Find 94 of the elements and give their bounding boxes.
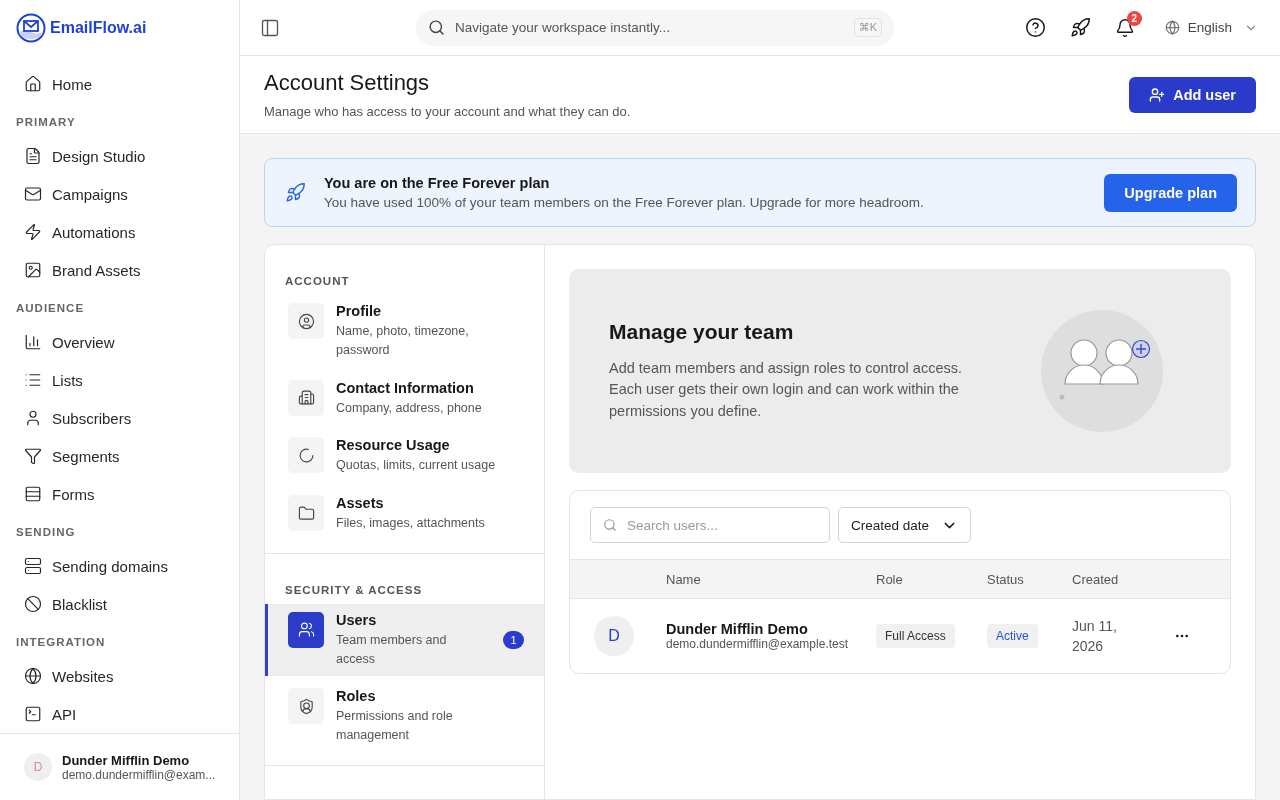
blocked-icon [24, 595, 42, 613]
sidebar-item[interactable]: Websites [8, 657, 231, 695]
brand-logo-text: EmailFlow.ai [50, 19, 147, 37]
help-icon[interactable] [1024, 17, 1046, 38]
sidebar-item[interactable]: Design Studio [8, 137, 231, 175]
settings-item-title: Roles [336, 688, 377, 705]
settings-item-description: Team members and access [336, 631, 448, 668]
settings-item-description: Quotas, limits, current usage [336, 457, 497, 475]
settings-item-title: Assets [336, 495, 385, 511]
sidebar-item[interactable]: Sending domains [8, 547, 231, 585]
shortcut-key: ⌘K [853, 18, 882, 37]
settings-item-title: Profile [336, 303, 383, 319]
sidebar-item[interactable]: Segments [8, 437, 231, 475]
settings-item-description: Files, images, attachments [336, 515, 486, 532]
person-icon [297, 312, 315, 330]
shield-icon [297, 697, 315, 715]
folder-icon [297, 504, 315, 522]
hero-description: Add team members and assign roles to control access. Each user gets their own login and can work within the permissions you define. [609, 359, 963, 421]
list-icon [24, 371, 42, 389]
section-heading: INTEGRATION [15, 635, 107, 650]
globe-icon [1164, 20, 1180, 35]
terminal-icon [24, 705, 42, 723]
column-header: Created [1072, 571, 1120, 587]
sidebar-item[interactable]: Home [8, 65, 231, 103]
sidebar-item[interactable]: Subscribers [8, 399, 231, 437]
settings-nav-item[interactable]: Contact Information Company, address, phone [265, 371, 544, 426]
settings-item-title: Resource Usage [336, 437, 451, 454]
page-title: Account Settings [264, 69, 431, 96]
settings-item-description: Company, address, phone [336, 399, 483, 417]
form-icon [24, 485, 42, 503]
page-subtitle: Manage who has access to your account and what they can do. [264, 103, 631, 119]
section-heading: SENDING [15, 525, 77, 540]
person-icon [24, 409, 42, 427]
home-icon [24, 75, 42, 93]
user-name: Dunder Mifflin Demo [62, 752, 191, 768]
plan-title: You are on the Free Forever plan [324, 175, 551, 191]
globe-icon [24, 667, 42, 685]
count-badge: 1 [503, 631, 524, 649]
sidebar-item[interactable]: Blacklist [8, 585, 231, 623]
sidebar-item[interactable]: API [8, 695, 231, 733]
column-header: Role [876, 571, 904, 587]
plan-message: You have used 100% of your team members on the Free Forever plan. Upgrade for more headroom. [324, 195, 925, 210]
search-icon [428, 19, 445, 36]
settings-nav-item[interactable]: Profile Name, photo, timezone, password [265, 295, 544, 368]
role-tag: Full Access [876, 624, 955, 648]
envelope-logo-icon [16, 13, 46, 43]
settings-item-title: Contact Information [336, 379, 475, 396]
filter-icon [24, 447, 42, 465]
user-email: demo.dundermifflin@exam... [62, 767, 215, 782]
group-heading: ACCOUNT [284, 274, 351, 289]
settings-item-title: Users [336, 611, 378, 628]
sidebar-item[interactable]: Overview [8, 323, 231, 361]
group-heading: SECURITY & ACCESS [284, 582, 424, 598]
status-tag: Active [987, 624, 1038, 648]
sidebar-item[interactable]: Forms [8, 475, 231, 513]
lightning-icon [24, 223, 42, 241]
section-heading: AUDIENCE [15, 301, 86, 316]
hero-title: Manage your team [609, 320, 795, 345]
rocket-icon[interactable] [1069, 17, 1091, 38]
settings-nav-item[interactable]: Assets Files, images, attachments [265, 487, 544, 541]
sidebar-toggle-icon[interactable] [260, 17, 280, 38]
document-icon [24, 147, 42, 165]
add-user-button[interactable]: Add user [1129, 76, 1256, 113]
bar-chart-icon [24, 333, 42, 351]
sidebar-item[interactable]: Lists [8, 361, 231, 399]
envelope-icon [24, 185, 42, 203]
user-avatar: D [594, 616, 634, 656]
user-avatar: D [24, 753, 52, 781]
users-icon [297, 621, 315, 639]
language-select[interactable]: English [1164, 20, 1258, 35]
search-field[interactable]: Navigate your workspace instantly... ⌘K [416, 9, 894, 46]
settings-nav-item[interactable]: Roles Permissions and role management [265, 680, 544, 753]
user-name: Dunder Mifflin Demo [666, 621, 809, 637]
section-heading: PRIMARY [15, 115, 77, 130]
building-icon [297, 389, 315, 406]
created-date: Jun 11, 2026 [1072, 616, 1118, 656]
notification-badge: 2 [1126, 10, 1142, 26]
sidebar-item[interactable]: Campaigns [8, 175, 231, 213]
sort-select[interactable]: Created date [838, 507, 972, 543]
server-icon [24, 557, 42, 575]
column-header: Name [666, 571, 702, 587]
column-header: Status [987, 571, 1025, 587]
user-email: demo.dundermifflin@example.test [666, 637, 850, 651]
upgrade-plan-button[interactable]: Upgrade plan [1104, 173, 1237, 212]
search-icon [603, 518, 617, 532]
rocket-icon [285, 182, 306, 203]
sidebar-item[interactable]: Brand Assets [8, 251, 231, 289]
settings-item-description: Name, photo, timezone, password [336, 323, 470, 359]
settings-nav-item[interactable]: Users Team members and access 1 [265, 603, 544, 677]
settings-nav-item[interactable]: Resource Usage Quotas, limits, current usage [265, 429, 544, 483]
settings-item-description: Permissions and role management [336, 708, 454, 744]
user-plus-icon [1149, 86, 1166, 103]
image-icon [24, 261, 42, 279]
sidebar-item[interactable]: Automations [8, 213, 231, 251]
